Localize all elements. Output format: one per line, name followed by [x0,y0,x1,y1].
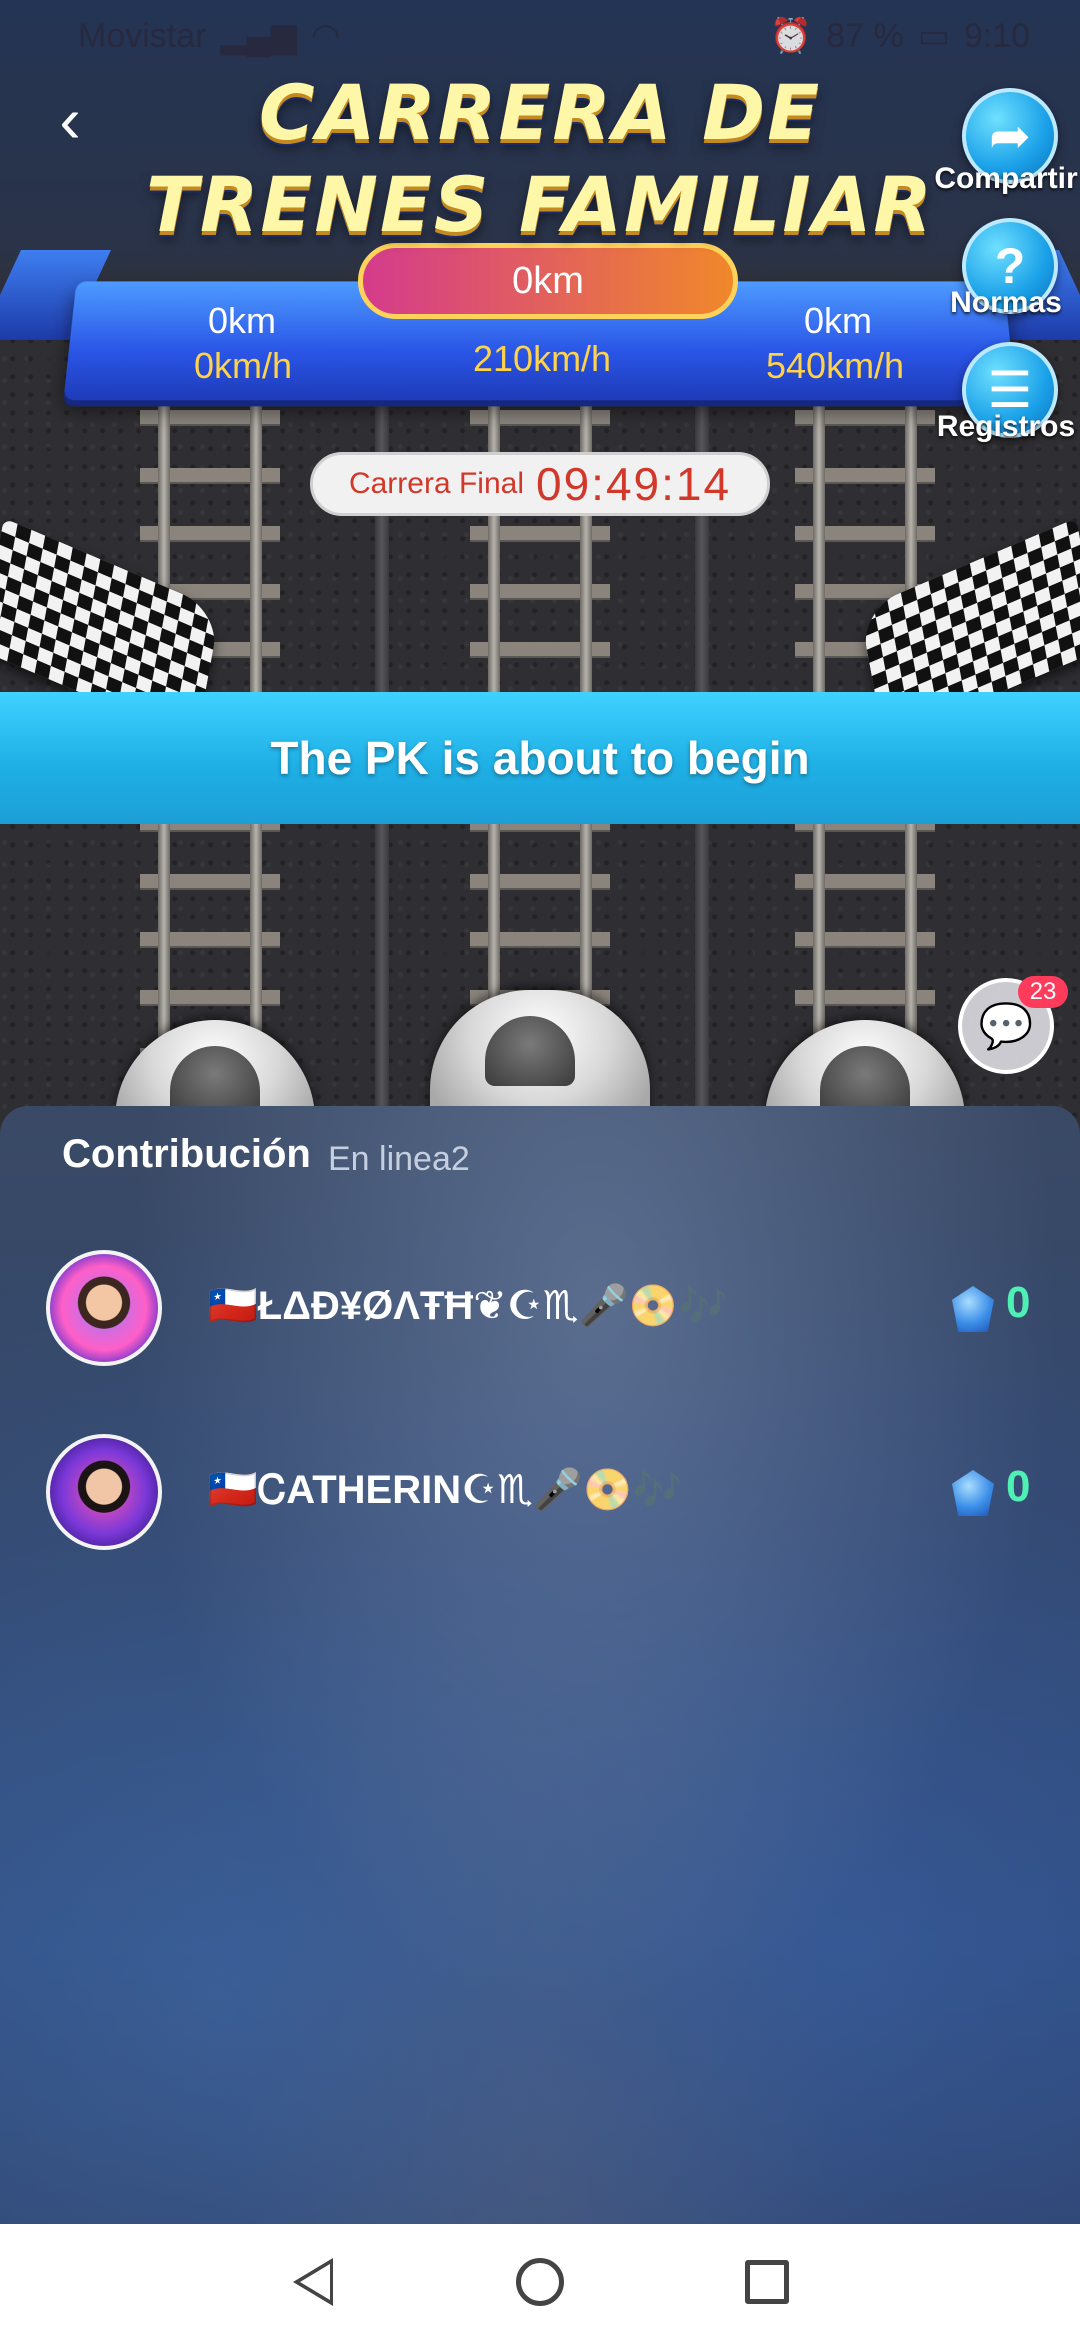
contribution-row[interactable]: 🇨🇱ᏟATHERIN☪♏🎤📀🎶 0 [0,1434,1080,1554]
lane2-speed: 210km/h [473,338,612,379]
online-count: En linea2 [328,1140,470,1178]
chevron-left-icon: ‹ [59,84,81,156]
chat-bubble-icon: 💬 [978,1002,1034,1051]
carrier-label: Movistar [78,16,207,55]
lane3-speed: 540km/h [766,345,905,386]
avatar[interactable] [46,1434,162,1550]
page-title-line2: TRENES FAMILIAR [146,160,934,249]
wifi-icon: ◠ [310,17,341,55]
contribution-title: Contribución [62,1132,311,1176]
contribution-score: 0 [1006,1462,1031,1511]
chat-unread-badge: 23 [1018,976,1068,1008]
contribution-score: 0 [1006,1278,1031,1327]
battery-percent: 87 % [826,16,904,55]
clock: 9:10 [963,16,1030,55]
alarm-icon: ⏰ [769,17,813,55]
back-button[interactable]: ‹ [40,84,100,156]
status-bar: Movistar ▂▄▆ ◠ ⏰ 87 % ▭ 9:10 [0,0,1080,72]
nav-recents-button[interactable] [737,2252,797,2312]
records-label[interactable]: Registros [906,410,1080,444]
lane1-distance: 0km [208,300,277,341]
triangle-back-icon [293,2258,334,2306]
battery-icon: ▭ [917,17,950,55]
final-race-timer: Carrera Final 09:49:14 [310,452,770,516]
diamond-icon [952,1470,994,1516]
diamond-icon [952,1286,994,1332]
rules-label[interactable]: Normas [906,286,1080,320]
share-arrow-icon: ➦ [989,108,1031,164]
nav-home-button[interactable] [510,2252,570,2312]
share-label[interactable]: Compartir [906,162,1080,196]
lane1-speed: 0km/h [194,345,293,386]
pk-message-banner: The PK is about to begin [0,692,1080,824]
page-title-line1: CARRERA DE [258,68,822,157]
contribution-row[interactable]: 🇨🇱ŁΔĐ¥ØΛŦĦ❦☪♏🎤📀🎶 0 [0,1250,1080,1370]
circle-home-icon [515,2258,564,2306]
timer-value: 09:49:14 [536,458,732,510]
user-name: 🇨🇱ŁΔĐ¥ØΛŦĦ❦☪♏🎤📀🎶 [208,1284,728,1328]
timer-label: Carrera Final [348,467,524,500]
center-distance-pill: 0km [358,243,738,319]
signal-icon: ▂▄▆ [220,17,297,55]
lane3-distance: 0km [804,300,873,341]
avatar[interactable] [46,1250,162,1366]
nav-back-button[interactable] [283,2252,343,2312]
square-recents-icon [744,2260,789,2304]
system-nav-bar [0,2224,1080,2340]
user-name: 🇨🇱ᏟATHERIN☪♏🎤📀🎶 [208,1468,683,1512]
